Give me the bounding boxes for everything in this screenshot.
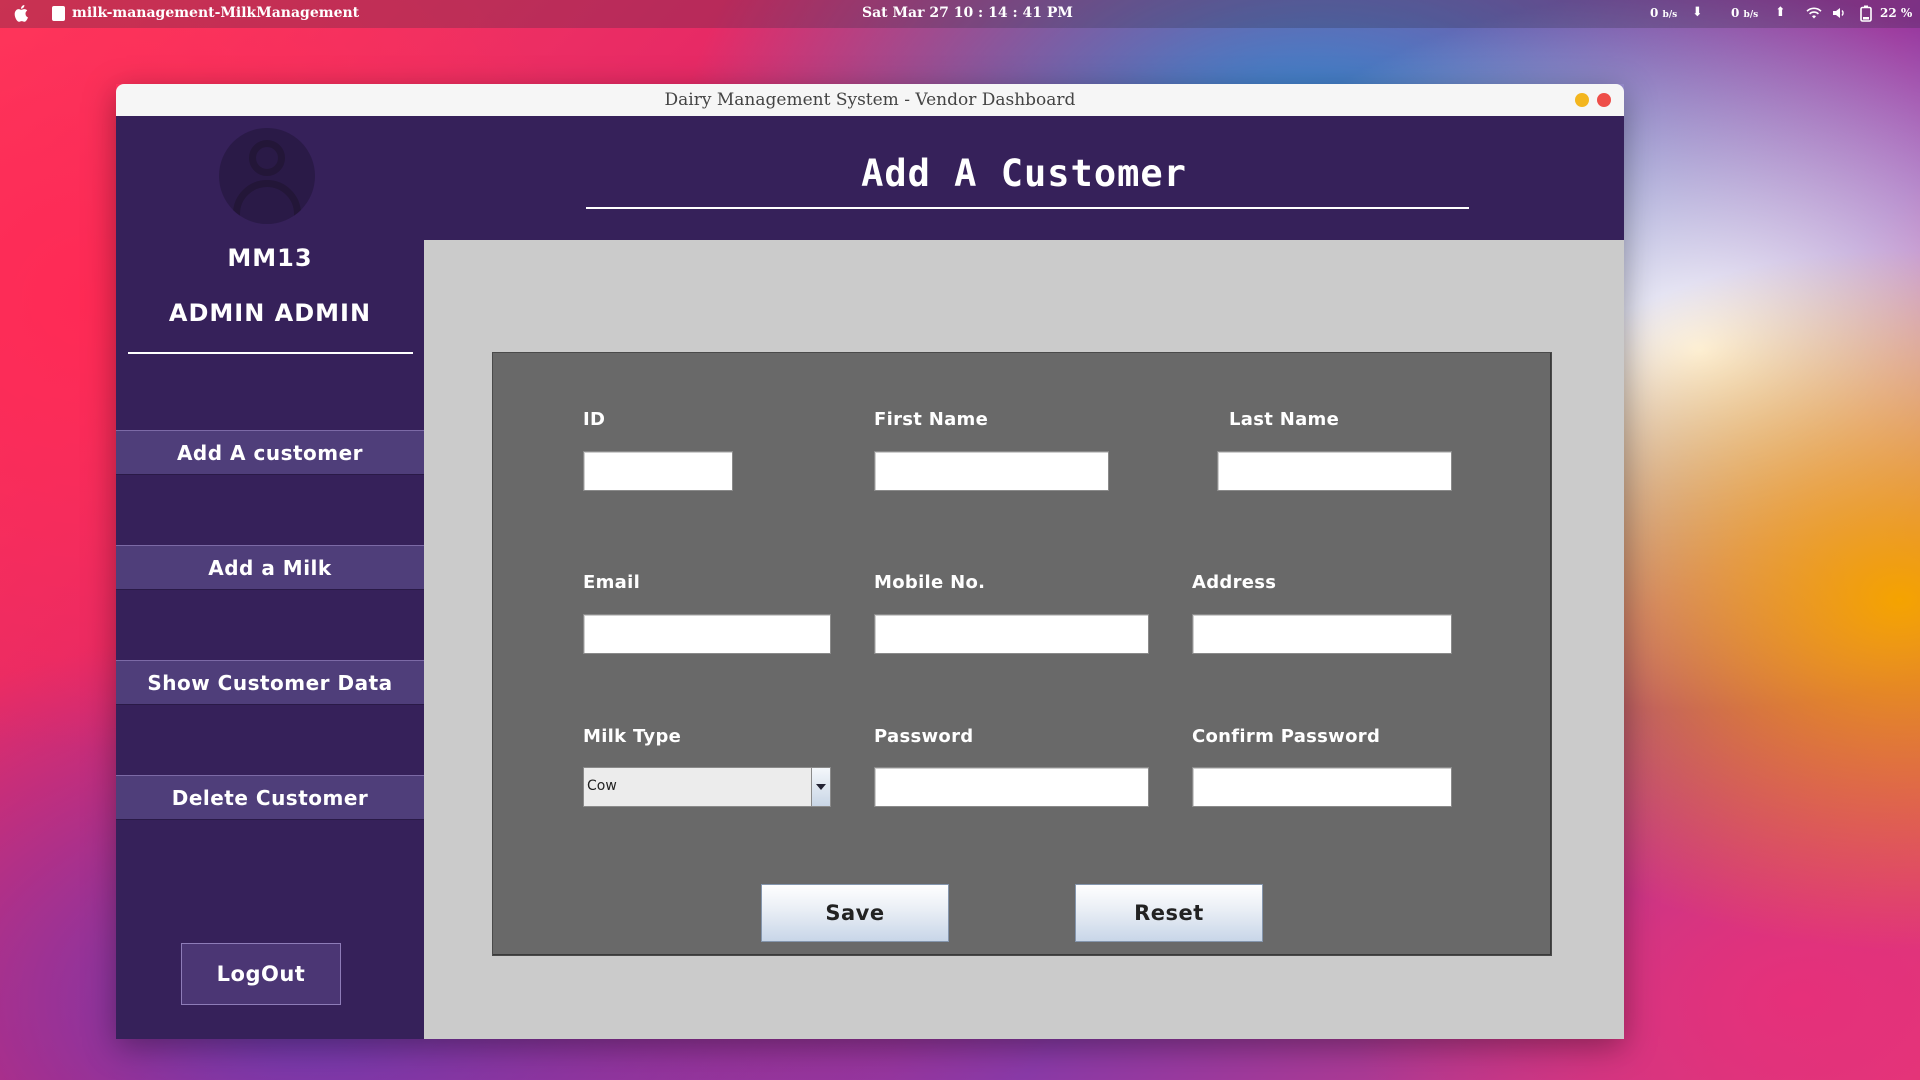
window-titlebar[interactable]: Dairy Management System - Vendor Dashboa… (116, 84, 1624, 117)
title-divider (586, 207, 1469, 209)
nav-add-customer-button[interactable]: Add A customer (116, 430, 424, 475)
nav-delete-customer-button[interactable]: Delete Customer (116, 775, 424, 820)
upload-arrow-icon: ⬆ (1775, 5, 1786, 20)
top-menubar: milk-management-MilkManagement Sat Mar 2… (0, 0, 1920, 28)
last-name-label: Last Name (1229, 409, 1340, 430)
reset-button[interactable]: Reset (1075, 884, 1263, 942)
page-title: Add A Customer (861, 152, 1187, 195)
password-input[interactable] (874, 767, 1149, 807)
id-label: ID (583, 409, 606, 430)
add-customer-form: ID First Name Last Name Email Mobile No.… (492, 352, 1552, 956)
mobile-input[interactable] (874, 614, 1149, 654)
save-button[interactable]: Save (761, 884, 949, 942)
milk-type-selected-value: Cow (587, 778, 617, 794)
address-input[interactable] (1192, 614, 1452, 654)
net-upload-speed: 0 b/s (1731, 6, 1759, 20)
main-content: ID First Name Last Name Email Mobile No.… (424, 240, 1624, 1039)
window-body: MM13 ADMIN ADMIN Add A customer Add a Mi… (116, 116, 1624, 1039)
clock[interactable]: Sat Mar 27 10 : 14 : 41 PM (862, 5, 1073, 21)
nav-show-customer-data-button[interactable]: Show Customer Data (116, 660, 424, 705)
dropdown-arrow-icon[interactable] (811, 768, 830, 806)
last-name-input[interactable] (1217, 451, 1452, 491)
logout-button[interactable]: LogOut (181, 943, 341, 1005)
java-app-icon (52, 6, 65, 21)
app-window: Dairy Management System - Vendor Dashboa… (116, 84, 1624, 1039)
volume-icon[interactable] (1832, 6, 1846, 20)
confirm-password-label: Confirm Password (1192, 726, 1381, 747)
sidebar-divider (128, 352, 413, 354)
email-input[interactable] (583, 614, 831, 654)
battery-percentage: 22 % (1880, 6, 1913, 20)
address-label: Address (1192, 572, 1277, 593)
user-name: ADMIN ADMIN (168, 299, 372, 327)
mobile-label: Mobile No. (874, 572, 986, 593)
password-label: Password (874, 726, 974, 747)
milk-type-dropdown[interactable]: Cow (583, 767, 831, 807)
email-label: Email (583, 572, 641, 593)
user-id: MM13 (227, 244, 313, 272)
sidebar: MM13 ADMIN ADMIN Add A customer Add a Mi… (116, 116, 424, 1039)
nav-add-milk-button[interactable]: Add a Milk (116, 545, 424, 590)
wifi-icon[interactable] (1806, 6, 1822, 20)
first-name-input[interactable] (874, 451, 1109, 491)
download-arrow-icon: ⬇ (1692, 5, 1703, 20)
id-input[interactable] (583, 451, 733, 491)
first-name-label: First Name (874, 409, 989, 430)
apple-icon[interactable] (14, 4, 28, 22)
battery-icon[interactable] (1859, 5, 1873, 22)
minimize-button[interactable] (1575, 93, 1589, 107)
close-button[interactable] (1597, 93, 1611, 107)
user-avatar-icon (219, 128, 315, 224)
window-title: Dairy Management System - Vendor Dashboa… (664, 90, 1076, 110)
milk-type-label: Milk Type (583, 726, 682, 747)
confirm-password-input[interactable] (1192, 767, 1452, 807)
net-download-speed: 0 b/s (1650, 6, 1678, 20)
active-app-title[interactable]: milk-management-MilkManagement (72, 5, 359, 21)
